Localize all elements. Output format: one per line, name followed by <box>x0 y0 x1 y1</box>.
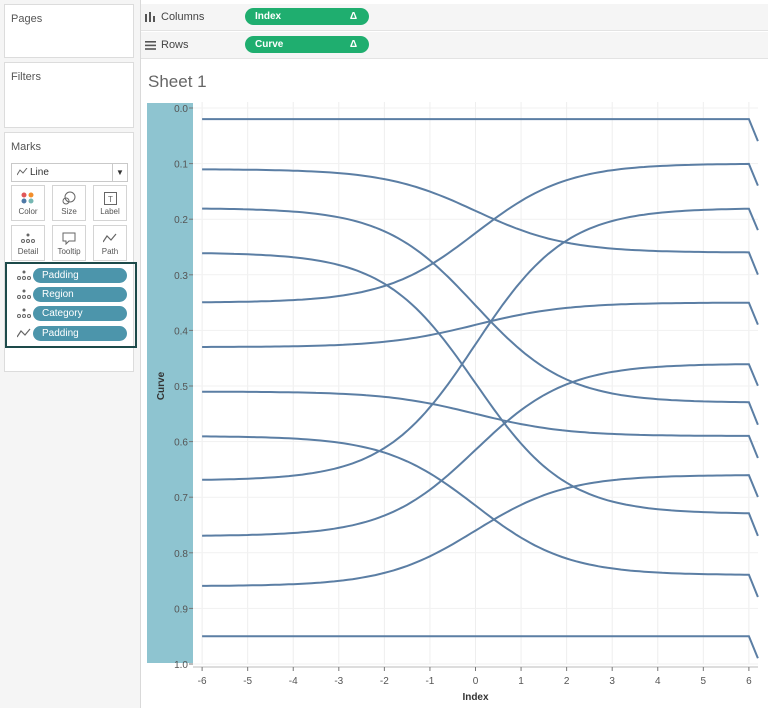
columns-pill-index[interactable]: Index Δ <box>245 8 369 25</box>
x-tick-label: -3 <box>334 676 343 687</box>
path-button-label: Path <box>101 247 119 256</box>
series-line <box>202 118 759 142</box>
size-button-label: Size <box>61 207 77 216</box>
color-button-label: Color <box>18 207 38 216</box>
x-tick-label: -1 <box>425 676 434 687</box>
series-line <box>202 162 759 304</box>
marks-pill-category[interactable]: Category <box>33 306 127 321</box>
marks-pill-region[interactable]: Region <box>33 287 127 302</box>
pages-card[interactable]: Pages <box>4 4 134 58</box>
columns-shelf[interactable]: Columns Index Δ <box>141 4 768 31</box>
tooltip-button[interactable]: Tooltip <box>52 225 86 261</box>
detail-dots-icon <box>17 289 31 299</box>
x-tick-label: 6 <box>746 676 752 687</box>
rows-label-text: Rows <box>161 39 189 51</box>
filters-title: Filters <box>11 71 41 83</box>
y-tick-label: 0.2 <box>174 215 188 226</box>
rows-icon <box>145 40 156 50</box>
rows-pill-label: Curve <box>255 39 284 50</box>
columns-shelf-label: Columns <box>145 4 204 30</box>
filters-card[interactable]: Filters <box>4 62 134 128</box>
series-line <box>202 474 759 587</box>
tooltip-button-label: Tooltip <box>57 247 81 256</box>
y-tick-label: 0.1 <box>174 160 188 171</box>
tooltip-icon <box>62 232 76 245</box>
delta-icon: Δ <box>349 39 357 50</box>
size-icon <box>62 191 76 205</box>
detail-dots-icon <box>17 270 31 280</box>
color-button[interactable]: Color <box>11 185 45 221</box>
x-tick-label: 2 <box>564 676 570 687</box>
chevron-down-icon: ▼ <box>112 164 127 181</box>
detail-button-label: Detail <box>17 247 39 256</box>
x-tick-label: -6 <box>198 676 207 687</box>
series-line <box>202 168 759 275</box>
marks-title: Marks <box>11 141 41 153</box>
mark-type-dropdown[interactable]: Line ▼ <box>11 163 128 182</box>
path-icon <box>17 328 31 338</box>
series-line <box>202 390 759 459</box>
line-mark-icon <box>17 168 28 176</box>
series-line <box>202 435 759 598</box>
x-tick-label: -5 <box>243 676 252 687</box>
y-tick-label: 0.5 <box>174 382 188 393</box>
x-tick-label: 0 <box>473 676 479 687</box>
series-line <box>202 635 759 659</box>
series-line <box>202 252 759 537</box>
chart: 0.0 0.1 0.2 0.3 0.4 0.5 0.6 0.7 0.8 0.9 1.0 Curve -6… <box>147 102 759 703</box>
detail-dots-icon <box>21 233 35 243</box>
color-dots-icon <box>21 192 34 204</box>
columns-icon <box>145 12 155 22</box>
label-button[interactable]: T Label <box>93 185 127 221</box>
delta-icon: Δ <box>349 11 357 22</box>
svg-text:T: T <box>108 195 113 204</box>
x-tick-label: -4 <box>289 676 298 687</box>
rows-pill-curve[interactable]: Curve Δ <box>245 36 369 53</box>
path-button[interactable]: Path <box>93 225 127 261</box>
y-tick-label: 0.6 <box>174 438 188 449</box>
x-tick-label: 4 <box>655 676 661 687</box>
detail-dots-icon <box>17 308 31 318</box>
columns-label-text: Columns <box>161 11 205 23</box>
path-icon <box>103 233 117 243</box>
y-tick-label: 0.3 <box>174 271 188 282</box>
y-axis-title: Curve <box>156 371 167 400</box>
columns-pill-label: Index <box>255 11 282 22</box>
label-icon: T <box>103 191 117 205</box>
x-tick-label: -2 <box>380 676 389 687</box>
rows-shelf[interactable]: Rows Curve Δ <box>141 32 768 59</box>
size-button[interactable]: Size <box>52 185 86 221</box>
detail-button[interactable]: Detail <box>11 225 45 261</box>
y-tick-label: 0.9 <box>174 604 188 615</box>
worksheet: Sheet 1 0.0 0.1 0.2 0.3 0.4 0.5 0.6 0.7 0.8 0.9 1.… <box>141 60 768 708</box>
mark-type-label: Line <box>30 167 49 178</box>
x-tick-label: 3 <box>609 676 615 687</box>
pages-title: Pages <box>11 13 43 25</box>
y-tick-label: 1.0 <box>174 660 188 671</box>
y-tick-label: 0.0 <box>174 104 188 115</box>
x-tick-label: 5 <box>701 676 707 687</box>
y-tick-label: 0.4 <box>174 326 188 337</box>
marks-pills-box: Padding Region Category Padding <box>5 262 137 348</box>
x-tick-label: 1 <box>518 676 524 687</box>
rows-shelf-label: Rows <box>145 32 189 58</box>
left-panel: Pages Filters Marks Line ▼ Color Size T … <box>0 0 141 708</box>
marks-pill-padding[interactable]: Padding <box>33 268 127 283</box>
y-tick-label: 0.7 <box>174 493 188 504</box>
y-tick-label: 0.8 <box>174 549 188 560</box>
label-button-label: Label <box>100 207 120 216</box>
x-axis-title: Index <box>462 692 489 703</box>
marks-pill-padding-path[interactable]: Padding <box>33 326 127 341</box>
